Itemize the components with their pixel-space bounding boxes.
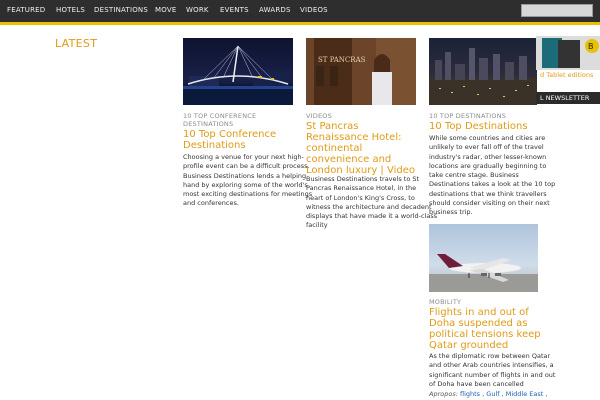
tag-gulf[interactable]: Gulf bbox=[486, 390, 499, 398]
category-label: 10 TOP DESTINATIONS bbox=[429, 112, 507, 120]
article-title-doha-flights[interactable]: Flights in and out of Doha suspended as … bbox=[429, 307, 541, 351]
svg-text:B: B bbox=[588, 42, 594, 51]
category-label: VIDEOS bbox=[306, 112, 332, 120]
nav-hotels[interactable]: HOTELS bbox=[56, 6, 85, 14]
article-title-st-pancras[interactable]: St Pancras Renaissance Hotel: continenta… bbox=[306, 121, 415, 176]
nav-awards[interactable]: AWARDS bbox=[259, 6, 291, 14]
tablet-editions-promo[interactable]: B bbox=[536, 36, 600, 70]
top-navigation: FEATURED HOTELS DESTINATIONS MOVE WORK E… bbox=[0, 0, 600, 25]
article-description: Business Destinations travels to St Panc… bbox=[306, 175, 438, 230]
article-description: As the diplomatic row between Qatar and … bbox=[429, 352, 556, 388]
article-title-top-destinations[interactable]: 10 Top Destinations bbox=[429, 121, 528, 132]
section-title-latest: LATEST bbox=[55, 37, 98, 50]
article-description: While some countries and cities are unli… bbox=[429, 134, 556, 217]
nav-videos[interactable]: VIDEOS bbox=[300, 6, 328, 14]
nav-move[interactable]: MOVE bbox=[155, 6, 176, 14]
nav-events[interactable]: EVENTS bbox=[220, 6, 249, 14]
category-label: MOBILITY bbox=[429, 298, 462, 306]
category-label: 10 TOP CONFERENCE DESTINATIONS bbox=[183, 112, 257, 128]
apropos-tags: Apropos: flights , Gulf , Middle East , bbox=[429, 390, 548, 398]
city-skyline-photo[interactable] bbox=[429, 38, 537, 105]
tablet-editions-link[interactable]: d Tablet editions bbox=[540, 71, 593, 79]
newsletter-button[interactable]: L NEWSLETTER bbox=[536, 92, 600, 104]
article-description: Choosing a venue for your next high- pro… bbox=[183, 153, 313, 208]
hotel-video-photo[interactable]: ST PANCRAS bbox=[306, 38, 416, 105]
bridge-photo[interactable] bbox=[183, 38, 293, 105]
search-input[interactable] bbox=[521, 4, 593, 17]
nav-destinations[interactable]: DESTINATIONS bbox=[94, 6, 148, 14]
svg-text:ST PANCRAS: ST PANCRAS bbox=[318, 56, 366, 64]
nav-work[interactable]: WORK bbox=[186, 6, 209, 14]
airplane-photo[interactable] bbox=[429, 224, 538, 292]
nav-featured[interactable]: FEATURED bbox=[7, 6, 45, 14]
tag-middle-east[interactable]: Middle East bbox=[506, 390, 544, 398]
tag-flights[interactable]: flights bbox=[460, 390, 480, 398]
article-title-conference[interactable]: 10 Top Conference Destinations bbox=[183, 129, 276, 151]
